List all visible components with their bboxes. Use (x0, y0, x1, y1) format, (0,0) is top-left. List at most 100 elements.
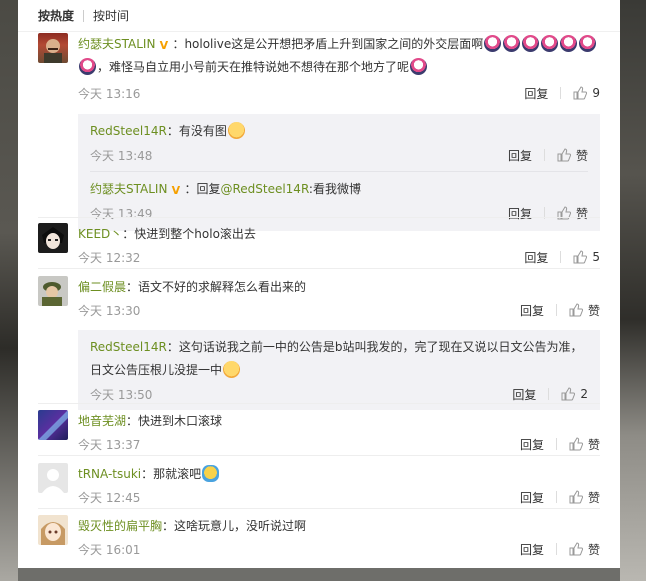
comment-panel: 按热度 按时间 约瑟夫STALIN V ：hololive这是公开想把矛盾上升到国家… (18, 0, 620, 568)
like-label: 赞 (575, 148, 588, 163)
avatar[interactable] (38, 276, 68, 306)
comment-divider (38, 403, 600, 404)
reply-button[interactable]: 回复 (524, 85, 548, 102)
thumbs-up-icon (573, 86, 588, 100)
comment-item: tRNA-tsuki：那就滚吧 今天 12:45 回复 赞 (38, 463, 600, 508)
like-button[interactable]: 9 (573, 86, 600, 100)
comment-content: ：那就滚吧 (141, 467, 202, 481)
action-divider (560, 251, 562, 263)
username-link[interactable]: 偏二假晨 (78, 280, 126, 294)
reply-button[interactable]: 回复 (508, 205, 532, 222)
comment-content-continued: ，难怪马自立用小号前天在推特说她不想待在那个地方了呢 (97, 60, 410, 74)
emoji-icon (79, 58, 96, 75)
emoji-icon (503, 35, 521, 52)
like-count: 5 (592, 250, 600, 264)
reply-time: 今天 13:48 (90, 148, 153, 163)
comment-content: ：语文不好的求解释怎么看出来的 (126, 280, 307, 294)
comment-text: 地音芜湖：快进到木口滚球 (78, 410, 600, 433)
reply-footer: 今天 13:49 回复 赞 (90, 201, 588, 225)
username-link[interactable]: RedSteel14R (90, 124, 167, 138)
reply-content: ：这句话说我之前一中的公告是b站叫我发的，完了现在又说以日文公告为准， (166, 340, 583, 354)
avatar[interactable] (38, 410, 68, 440)
avatar[interactable] (38, 223, 68, 253)
reply-content-continued: 日文公告压根儿没提一中 (90, 363, 223, 377)
default-avatar-icon (42, 469, 64, 493)
avatar-portrait-icon (42, 282, 62, 306)
like-label: 赞 (587, 303, 600, 318)
background-left (0, 0, 18, 581)
reply-button[interactable]: 回复 (520, 302, 544, 319)
avatar[interactable] (38, 33, 68, 63)
comment-footer: 今天 13:30 回复 赞 (78, 299, 600, 321)
like-button[interactable]: 赞 (569, 436, 600, 453)
comment-content: ：这啥玩意儿，没听说过啊 (162, 519, 307, 533)
like-label: 赞 (587, 542, 600, 557)
reply-button[interactable]: 回复 (520, 436, 544, 453)
avatar[interactable] (38, 463, 68, 493)
like-button[interactable]: 赞 (569, 302, 600, 319)
username-link[interactable]: 地音芜湖 (78, 414, 126, 428)
like-label: 赞 (575, 206, 588, 221)
mention-link[interactable]: @RedSteel14R (220, 182, 308, 196)
reply-content: ：有没有图 (166, 124, 227, 138)
username-link[interactable]: KEED丶 (78, 227, 122, 241)
like-button[interactable]: 5 (573, 250, 600, 264)
thumbs-up-icon (561, 387, 576, 401)
comment-item: 偏二假晨：语文不好的求解释怎么看出来的 今天 13:30 回复 赞 RedSte… (38, 276, 600, 410)
reply-time: 今天 13:50 (90, 387, 153, 402)
bear-emoji-icon (202, 465, 220, 482)
reply-button[interactable]: 回复 (508, 147, 532, 164)
username-link[interactable]: RedSteel14R (90, 340, 167, 354)
comment-item: 毁灭性的扁平胸：这啥玩意儿，没听说过啊 今天 16:01 回复 赞 (38, 515, 600, 560)
username-link[interactable]: tRNA-tsuki (78, 467, 141, 481)
comment-item: 约瑟夫STALIN V ：hololive这是公开想把矛盾上升到国家之间的外交层面啊… (38, 33, 600, 231)
comment-text: KEED丶：快进到整个holo滚出去 (78, 223, 600, 246)
like-button[interactable]: 赞 (557, 205, 588, 222)
comment-footer: 今天 12:45 回复 赞 (78, 486, 600, 508)
username-link[interactable]: 毁灭性的扁平胸 (78, 519, 162, 533)
reply-button[interactable]: 回复 (524, 249, 548, 266)
avatar-portrait-icon (44, 39, 62, 63)
verified-badge-icon: V (171, 184, 181, 197)
verified-badge-icon: V (159, 39, 169, 52)
comment-time: 今天 16:01 (78, 542, 141, 557)
like-button[interactable]: 2 (561, 387, 588, 401)
thumbs-up-icon (569, 542, 583, 556)
like-button[interactable]: 赞 (569, 489, 600, 506)
comment-footer: 今天 16:01 回复 赞 (78, 538, 600, 560)
comment-divider (38, 455, 600, 456)
comment-time: 今天 12:32 (78, 250, 141, 265)
reply-list: RedSteel14R：这句话说我之前一中的公告是b站叫我发的，完了现在又说以日… (78, 330, 600, 410)
emoji-icon (522, 35, 540, 52)
thumbs-up-icon (569, 490, 583, 504)
action-divider (560, 87, 562, 99)
comment-item: KEED丶：快进到整个holo滚出去 今天 12:32 回复 5 (38, 223, 600, 268)
reply-item: RedSteel14R：这句话说我之前一中的公告是b站叫我发的，完了现在又说以日… (90, 330, 588, 406)
emoji-icon (560, 35, 578, 52)
comment-footer: 今天 12:32 回复 5 (78, 246, 600, 268)
comment-divider (38, 508, 600, 509)
username-link[interactable]: 约瑟夫STALIN (78, 37, 155, 51)
reply-button[interactable]: 回复 (520, 489, 544, 506)
reply-button[interactable]: 回复 (512, 386, 536, 403)
sort-by-hot-tab[interactable]: 按热度 (38, 7, 74, 24)
background-right (620, 0, 646, 581)
username-link[interactable]: 约瑟夫STALIN (90, 182, 167, 196)
comment-footer: 今天 13:37 回复 赞 (78, 433, 600, 455)
like-label: 赞 (587, 490, 600, 505)
like-button[interactable]: 赞 (569, 541, 600, 558)
avatar-portrait-icon (41, 522, 65, 545)
emoji-icon (410, 58, 428, 75)
reply-button[interactable]: 回复 (520, 541, 544, 558)
comment-time: 今天 13:30 (78, 303, 141, 318)
like-label: 赞 (587, 437, 600, 452)
sort-by-time-tab[interactable]: 按时间 (93, 7, 129, 24)
avatar[interactable] (38, 515, 68, 545)
like-button[interactable]: 赞 (557, 147, 588, 164)
reply-list: RedSteel14R：有没有图 今天 13:48 回复 赞 约瑟夫STALIN… (78, 114, 600, 231)
comment-time: 今天 13:37 (78, 437, 141, 452)
comment-divider (38, 268, 600, 269)
reply-item: 约瑟夫STALIN V ：回复@RedSteel14R:看我微博 今天 13:49 … (90, 171, 588, 231)
thumbs-up-icon (569, 303, 583, 317)
comment-text: 约瑟夫STALIN V ：hololive这是公开想把矛盾上升到国家之间的外交层面啊… (78, 33, 600, 79)
